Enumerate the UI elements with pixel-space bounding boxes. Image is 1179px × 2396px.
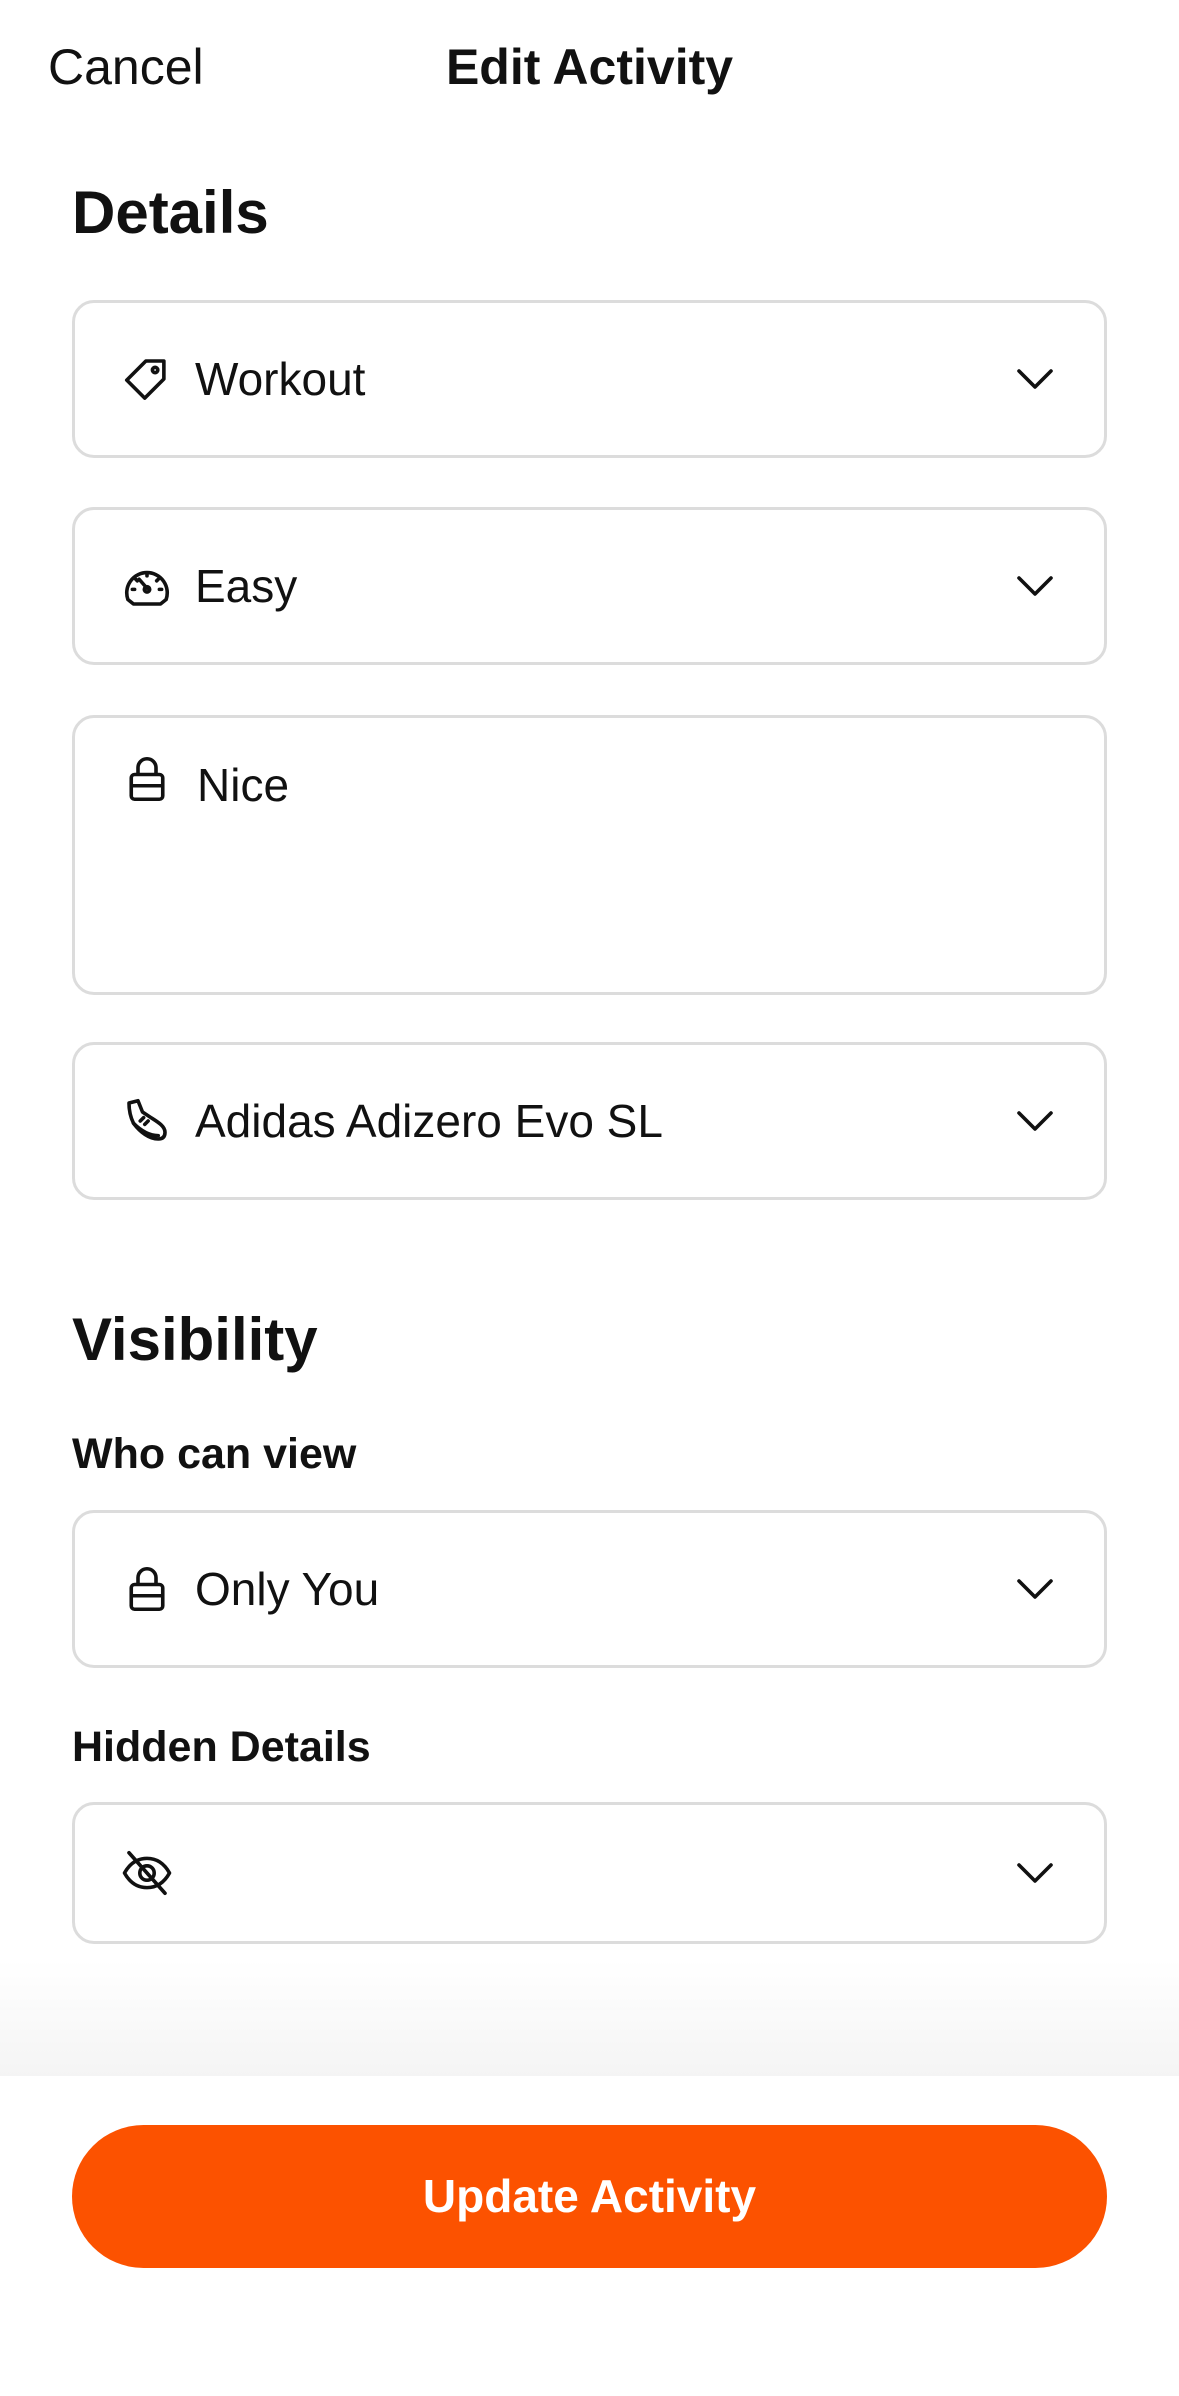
hidden-details-select[interactable] <box>72 1802 1107 1944</box>
speedometer-icon <box>120 559 174 613</box>
effort-value: Easy <box>195 560 298 612</box>
lock-icon <box>120 1562 174 1616</box>
chevron-down-icon <box>1011 1097 1059 1145</box>
private-notes-input[interactable]: Nice <box>72 715 1107 995</box>
page-title: Edit Activity <box>445 39 734 95</box>
chevron-down-icon <box>1011 355 1059 403</box>
details-section-title: Details <box>72 179 269 246</box>
hidden-details-label: Hidden Details <box>72 1723 371 1771</box>
eye-off-icon <box>120 1846 174 1900</box>
scroll-fade <box>0 1960 1179 2080</box>
chevron-down-icon <box>1011 1849 1059 1897</box>
who-can-view-label: Who can view <box>72 1430 357 1478</box>
activity-type-select[interactable]: Workout <box>72 300 1107 458</box>
who-can-view-value: Only You <box>195 1563 380 1615</box>
who-can-view-select[interactable]: Only You <box>72 1510 1107 1668</box>
shoe-icon <box>120 1094 174 1148</box>
edit-activity-screen: Cancel Edit Activity Details Workout Eas… <box>0 0 1179 2396</box>
update-activity-button[interactable]: Update Activity <box>72 2125 1107 2268</box>
private-notes-value: Nice <box>197 759 290 811</box>
chevron-down-icon <box>1011 1565 1059 1613</box>
tag-icon <box>120 352 174 406</box>
lock-icon <box>120 752 174 806</box>
visibility-section-title: Visibility <box>72 1306 318 1373</box>
header: Cancel Edit Activity <box>0 0 1179 135</box>
gear-value: Adidas Adizero Evo SL <box>195 1095 663 1147</box>
activity-type-value: Workout <box>195 353 366 405</box>
chevron-down-icon <box>1011 562 1059 610</box>
gear-select[interactable]: Adidas Adizero Evo SL <box>72 1042 1107 1200</box>
effort-select[interactable]: Easy <box>72 507 1107 665</box>
